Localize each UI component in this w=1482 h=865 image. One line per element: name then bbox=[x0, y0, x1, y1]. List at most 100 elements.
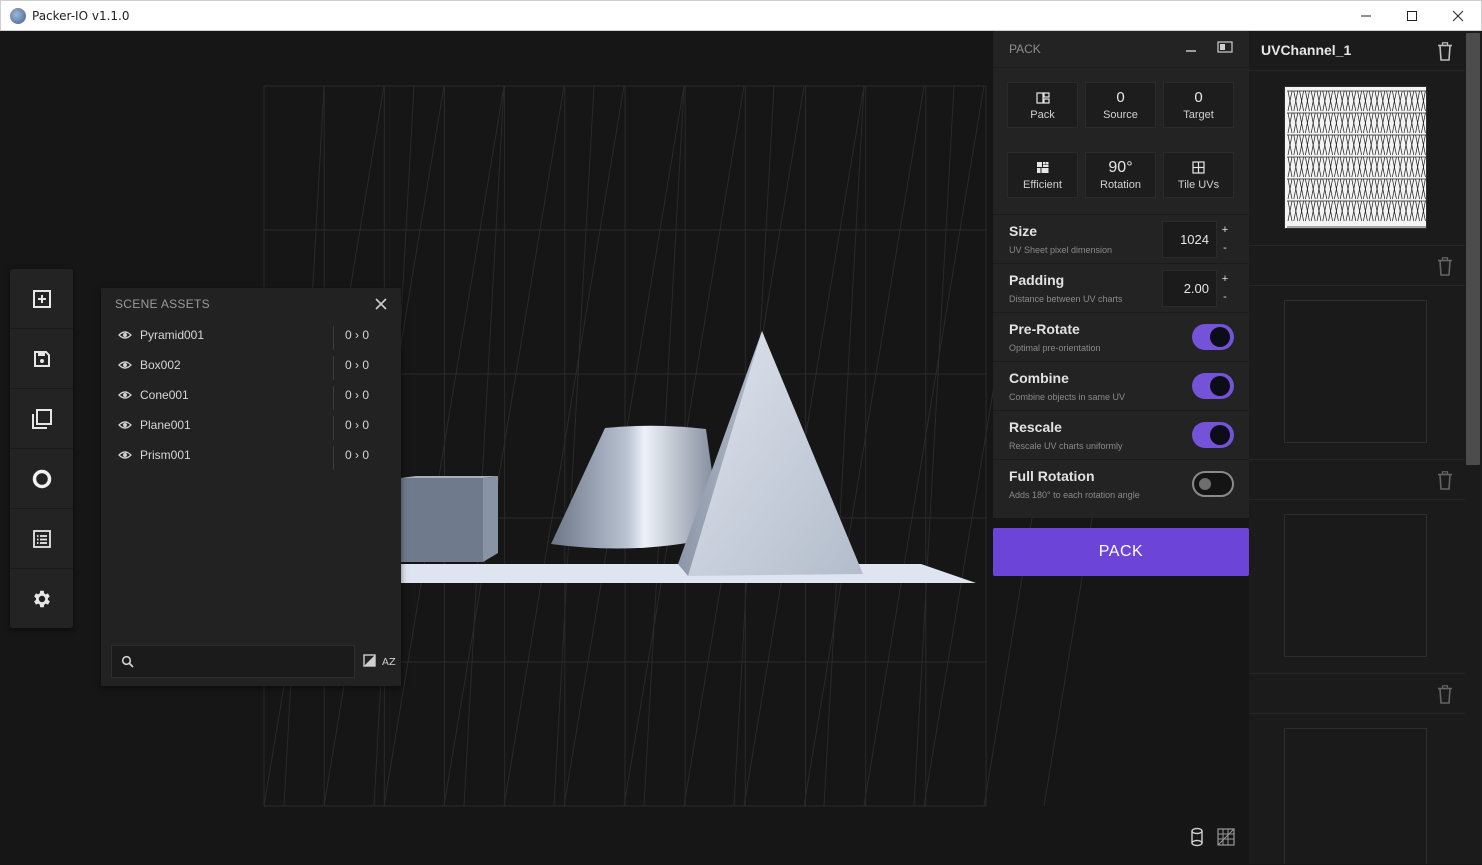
circle-button[interactable] bbox=[10, 449, 73, 509]
size-increment-button[interactable]: + bbox=[1217, 221, 1233, 239]
pack-settings-panel: PACK Pack 0 Source 0 Target Efficient 90… bbox=[993, 31, 1249, 518]
cylinder-view-icon[interactable] bbox=[1188, 827, 1206, 847]
asset-row[interactable]: Box002 0 › 0 bbox=[101, 350, 401, 380]
visibility-eye-icon[interactable] bbox=[118, 420, 132, 430]
visibility-eye-icon[interactable] bbox=[118, 360, 132, 370]
size-desc: UV Sheet pixel dimension bbox=[1009, 245, 1113, 255]
toggle-title: Combine bbox=[1009, 370, 1069, 386]
uv-channel-header: UVChannel_1 bbox=[1249, 31, 1465, 71]
asset-search-input[interactable] bbox=[143, 654, 343, 669]
delete-channel-1-button[interactable] bbox=[1437, 42, 1453, 61]
scene-assets-title: SCENE ASSETS bbox=[115, 297, 210, 311]
sort-controls: AZ bbox=[363, 654, 396, 667]
maximize-icon bbox=[1407, 11, 1417, 21]
toggle-setting-rescale: Rescale Rescale UV charts uniformly bbox=[993, 410, 1249, 459]
toggle-desc: Combine objects in same UV bbox=[1009, 392, 1126, 402]
asset-uv-count: 0 › 0 bbox=[345, 358, 370, 372]
uv-channel-4-thumbnail[interactable] bbox=[1284, 728, 1427, 864]
asset-list: Pyramid001 0 › 0 Box002 0 › 0 Cone001 0 › 0 Pl… bbox=[101, 320, 401, 470]
size-setting: Size UV Sheet pixel dimension 1024 + - bbox=[993, 214, 1249, 263]
asset-row[interactable]: Prism001 0 › 0 bbox=[101, 440, 401, 470]
target-tile[interactable]: 0 Target bbox=[1163, 82, 1234, 128]
uv-channel-1-thumbnail[interactable] bbox=[1284, 86, 1427, 229]
efficient-tile-label: Efficient bbox=[1023, 179, 1062, 191]
contrast-sort-icon[interactable] bbox=[363, 654, 376, 667]
viewport-icons bbox=[1188, 827, 1236, 847]
list-button[interactable] bbox=[10, 509, 73, 569]
size-stepper: + - bbox=[1217, 221, 1233, 258]
uv-channel-3-thumbnail[interactable] bbox=[1284, 514, 1427, 657]
source-tile[interactable]: 0 Source bbox=[1085, 82, 1156, 128]
tile-grid-icon bbox=[1192, 161, 1205, 174]
svg-text:AZ: AZ bbox=[382, 657, 396, 667]
add-button[interactable] bbox=[10, 269, 73, 329]
padding-input[interactable]: 2.00 bbox=[1162, 270, 1217, 307]
toggle-switch[interactable] bbox=[1192, 324, 1234, 350]
padding-decrement-button[interactable]: - bbox=[1217, 288, 1233, 306]
tile-uvs-label: Tile UVs bbox=[1177, 179, 1220, 191]
asset-row[interactable]: Cone001 0 › 0 bbox=[101, 380, 401, 410]
source-tile-label: Source bbox=[1103, 109, 1138, 121]
visibility-eye-icon[interactable] bbox=[118, 390, 132, 400]
toggle-setting-combine: Combine Combine objects in same UV bbox=[993, 361, 1249, 410]
delete-channel-2-button[interactable] bbox=[1437, 257, 1453, 276]
size-decrement-button[interactable]: - bbox=[1217, 239, 1233, 257]
padding-stepper: + - bbox=[1217, 270, 1233, 307]
toggle-switch[interactable] bbox=[1192, 471, 1234, 497]
asset-search-box[interactable] bbox=[111, 645, 355, 678]
add-box-icon bbox=[32, 289, 51, 308]
delete-channel-4-button[interactable] bbox=[1437, 685, 1453, 704]
pack-button[interactable]: PACK bbox=[993, 528, 1249, 576]
toggle-desc: Rescale UV charts uniformly bbox=[1009, 441, 1123, 451]
close-assets-button[interactable] bbox=[375, 298, 387, 310]
pack-panel-header: PACK bbox=[993, 31, 1249, 68]
asset-uv-count: 0 › 0 bbox=[345, 328, 370, 342]
padding-increment-button[interactable]: + bbox=[1217, 270, 1233, 288]
visibility-eye-icon[interactable] bbox=[118, 330, 132, 340]
size-title: Size bbox=[1009, 223, 1038, 239]
pack-tiles: Pack 0 Source 0 Target Efficient 90° Rot… bbox=[993, 68, 1249, 198]
asset-row[interactable]: Plane001 0 › 0 bbox=[101, 410, 401, 440]
delete-channel-3-button[interactable] bbox=[1437, 471, 1453, 490]
target-tile-label: Target bbox=[1183, 109, 1214, 121]
toggle-title: Pre-Rotate bbox=[1009, 321, 1080, 337]
rotation-tile[interactable]: 90° Rotation bbox=[1085, 152, 1156, 198]
asset-row[interactable]: Pyramid001 0 › 0 bbox=[101, 320, 401, 350]
padding-setting: Padding Distance between UV charts 2.00 … bbox=[993, 263, 1249, 312]
minimize-panel-icon[interactable] bbox=[1185, 41, 1197, 53]
app-logo-icon bbox=[10, 7, 26, 24]
uv-panel-scrollbar[interactable] bbox=[1465, 31, 1482, 864]
maximize-button[interactable] bbox=[1389, 1, 1435, 31]
circle-icon bbox=[32, 469, 51, 488]
efficient-tile[interactable]: Efficient bbox=[1007, 152, 1078, 198]
alpha-sort-icon[interactable]: AZ bbox=[382, 654, 396, 667]
copy-button[interactable] bbox=[10, 389, 73, 449]
uv-channel-2-thumbnail[interactable] bbox=[1284, 300, 1427, 443]
list-icon bbox=[32, 529, 51, 548]
rotation-tile-label: Rotation bbox=[1100, 179, 1141, 191]
toggle-switch[interactable] bbox=[1192, 373, 1234, 399]
save-icon bbox=[33, 350, 50, 367]
pack-tile[interactable]: Pack bbox=[1007, 82, 1078, 128]
asset-uv-count: 0 › 0 bbox=[345, 448, 370, 462]
size-input[interactable]: 1024 bbox=[1162, 221, 1217, 258]
left-toolbar bbox=[10, 269, 73, 628]
trash-icon bbox=[1438, 42, 1452, 61]
gear-icon bbox=[33, 590, 50, 608]
settings-button[interactable] bbox=[10, 569, 73, 629]
visibility-eye-icon[interactable] bbox=[118, 450, 132, 460]
scene-assets-header: SCENE ASSETS bbox=[101, 288, 401, 320]
window-title: Packer-IO v1.1.0 bbox=[32, 8, 130, 23]
window-title-bar: Packer-IO v1.1.0 bbox=[0, 0, 1482, 31]
tile-uvs-tile[interactable]: Tile UVs bbox=[1163, 152, 1234, 198]
minimize-button[interactable] bbox=[1343, 1, 1389, 31]
scrollbar-thumb[interactable] bbox=[1466, 33, 1480, 465]
close-window-button[interactable] bbox=[1435, 1, 1481, 31]
pack-icon bbox=[1035, 91, 1050, 104]
dock-panel-icon[interactable] bbox=[1217, 41, 1233, 53]
uv-grid-view-icon[interactable] bbox=[1216, 827, 1236, 847]
toggle-switch[interactable] bbox=[1192, 422, 1234, 448]
asset-uv-count: 0 › 0 bbox=[345, 418, 370, 432]
trash-icon bbox=[1438, 257, 1452, 276]
save-button[interactable] bbox=[10, 329, 73, 389]
